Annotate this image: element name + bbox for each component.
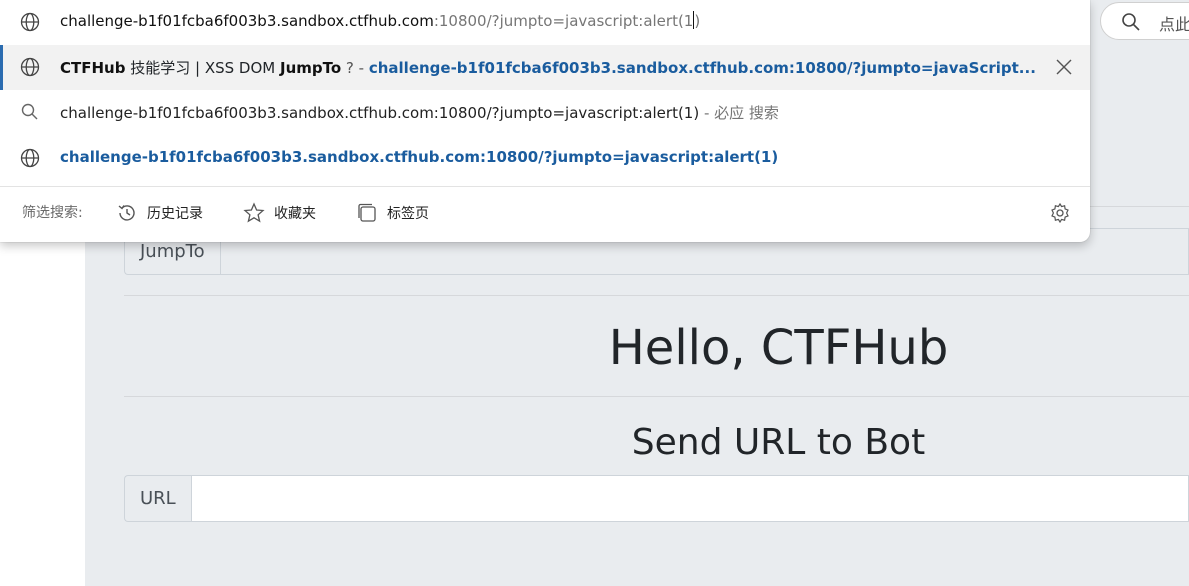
url-suggestion: challenge-b1f01fcba6f003b3.sandbox.ctfhu…	[60, 148, 779, 166]
url-label: URL	[124, 475, 191, 522]
browser-search-box[interactable]: 点此	[1100, 2, 1189, 40]
suggestion-title: 技能学习 | XSS DOM	[125, 59, 280, 77]
divider	[124, 396, 1189, 397]
search-query: challenge-b1f01fcba6f003b3.sandbox.ctfhu…	[60, 104, 700, 122]
globe-icon	[20, 12, 40, 32]
filter-favorites-button[interactable]: 收藏夹	[243, 202, 316, 224]
suggestion-url: challenge-b1f01fcba6f003b3.sandbox.ctfhu…	[368, 59, 1036, 77]
url-input[interactable]	[190, 475, 1189, 522]
page-title: Hello, CTFHub	[608, 320, 949, 376]
suggestion-title-bold: JumpTo	[279, 59, 342, 77]
filter-label-text: 筛选搜索:	[22, 205, 83, 221]
address-domain: challenge-b1f01fcba6f003b3.sandbox.ctfhu…	[60, 12, 434, 30]
suggestion-url-row[interactable]: challenge-b1f01fcba6f003b3.sandbox.ctfhu…	[0, 136, 1090, 181]
filter-label: 筛选搜索:	[22, 202, 83, 222]
search-icon	[1121, 12, 1141, 36]
suggestion-brand: CTFHub	[60, 59, 126, 77]
dropdown-divider	[0, 186, 1090, 187]
star-icon	[243, 202, 265, 223]
suggestion-page[interactable]: CTFHub 技能学习 | XSS DOM JumpTo ? - challen…	[0, 45, 1090, 90]
divider	[124, 295, 1189, 296]
search-icon	[20, 102, 40, 122]
url-input-group: URL	[124, 475, 1189, 522]
close-icon[interactable]	[1054, 57, 1074, 81]
filter-tabs-button[interactable]: 标签页	[356, 202, 429, 224]
filter-favorites-label: 收藏夹	[274, 206, 316, 222]
suggestion-search[interactable]: challenge-b1f01fcba6f003b3.sandbox.ctfhu…	[0, 90, 1090, 135]
filter-tabs-label: 标签页	[387, 206, 429, 222]
address-input[interactable]: challenge-b1f01fcba6f003b3.sandbox.ctfhu…	[0, 0, 1090, 45]
address-path: :10800/?jumpto=javascript:alert(1	[433, 12, 694, 30]
suggestion-title-end: ? -	[341, 59, 369, 77]
globe-icon	[20, 57, 40, 77]
section-title: Send URL to Bot	[631, 422, 926, 463]
tabs-icon	[358, 203, 376, 222]
search-engine-suffix: - 必应 搜索	[699, 104, 779, 122]
search-placeholder: 点此	[1159, 15, 1189, 34]
globe-icon	[20, 148, 40, 168]
filter-history-button[interactable]: 历史记录	[116, 202, 203, 224]
selection-accent	[0, 45, 3, 90]
address-path-tail: )	[694, 12, 701, 30]
address-bar-dropdown: challenge-b1f01fcba6f003b3.sandbox.ctfhu…	[0, 0, 1090, 242]
filter-history-label: 历史记录	[147, 206, 203, 222]
history-icon	[118, 205, 135, 221]
gear-icon[interactable]	[1049, 202, 1071, 228]
